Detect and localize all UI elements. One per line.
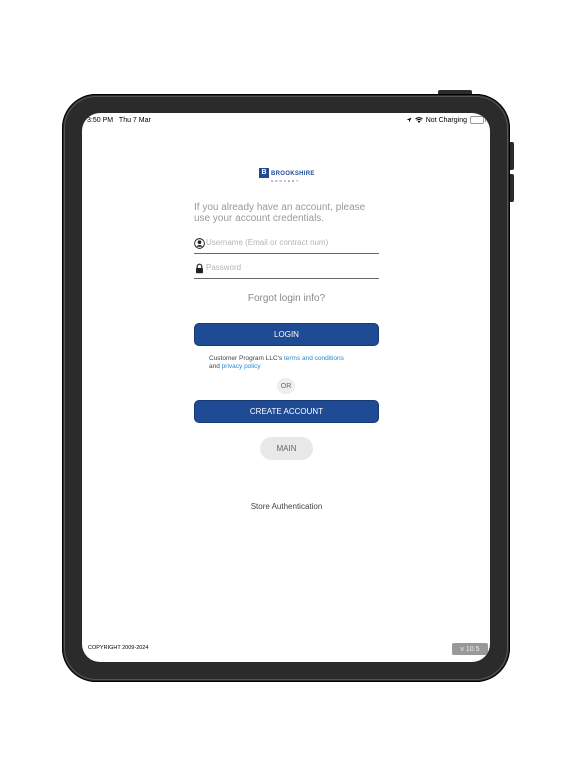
logo-name: BROOKSHIRE — [271, 171, 315, 177]
create-account-button[interactable]: CREATE ACCOUNT — [194, 400, 379, 423]
user-icon — [194, 238, 205, 249]
store-authentication-link[interactable]: Store Authentication — [194, 502, 379, 511]
privacy-policy-link[interactable]: privacy policy — [222, 363, 261, 370]
status-date: Thu 7 Mar — [118, 117, 151, 124]
status-right: Not Charging — [406, 116, 486, 124]
login-button[interactable]: LOGIN — [194, 323, 379, 346]
brand-logo: B BROOKSHIRE GROCERY — [259, 162, 315, 183]
forgot-login-link[interactable]: Forgot login info? — [194, 293, 379, 304]
device-volume-up-button — [510, 142, 514, 170]
wifi-icon — [414, 117, 423, 123]
terms-link[interactable]: terms and conditions — [284, 355, 344, 362]
username-input[interactable] — [206, 238, 376, 247]
battery-status-text: Not Charging — [425, 116, 467, 124]
password-field — [194, 262, 379, 279]
location-icon — [406, 117, 412, 123]
status-time-date: 3:50 PM Thu 7 Mar — [87, 117, 151, 124]
or-divider: OR — [277, 378, 295, 394]
username-field — [194, 237, 379, 254]
terms-and: and — [209, 363, 220, 370]
login-intro-text: If you already have an account, please u… — [194, 202, 366, 224]
app-screen: 3:50 PM Thu 7 Mar Not Charging B BROOKSH… — [82, 113, 490, 662]
logo-wordmark: BROOKSHIRE GROCERY — [271, 162, 315, 183]
main-button[interactable]: MAIN — [260, 437, 313, 460]
password-input[interactable] — [206, 263, 376, 272]
copyright-text: COPYRIGHT 2009-2024 — [88, 645, 149, 651]
logo-sub: GROCERY — [271, 179, 301, 183]
terms-prefix: Customer Program LLC's — [209, 355, 283, 362]
status-bar: 3:50 PM Thu 7 Mar Not Charging — [82, 113, 490, 129]
terms-notice: Customer Program LLC's terms and conditi… — [209, 355, 379, 371]
lock-icon — [196, 263, 203, 274]
status-time: 3:50 PM — [87, 117, 114, 124]
version-badge: v 10.5 — [452, 643, 488, 655]
battery-icon — [470, 116, 486, 124]
device-volume-down-button — [510, 174, 514, 202]
logo-mark: B — [259, 167, 269, 178]
